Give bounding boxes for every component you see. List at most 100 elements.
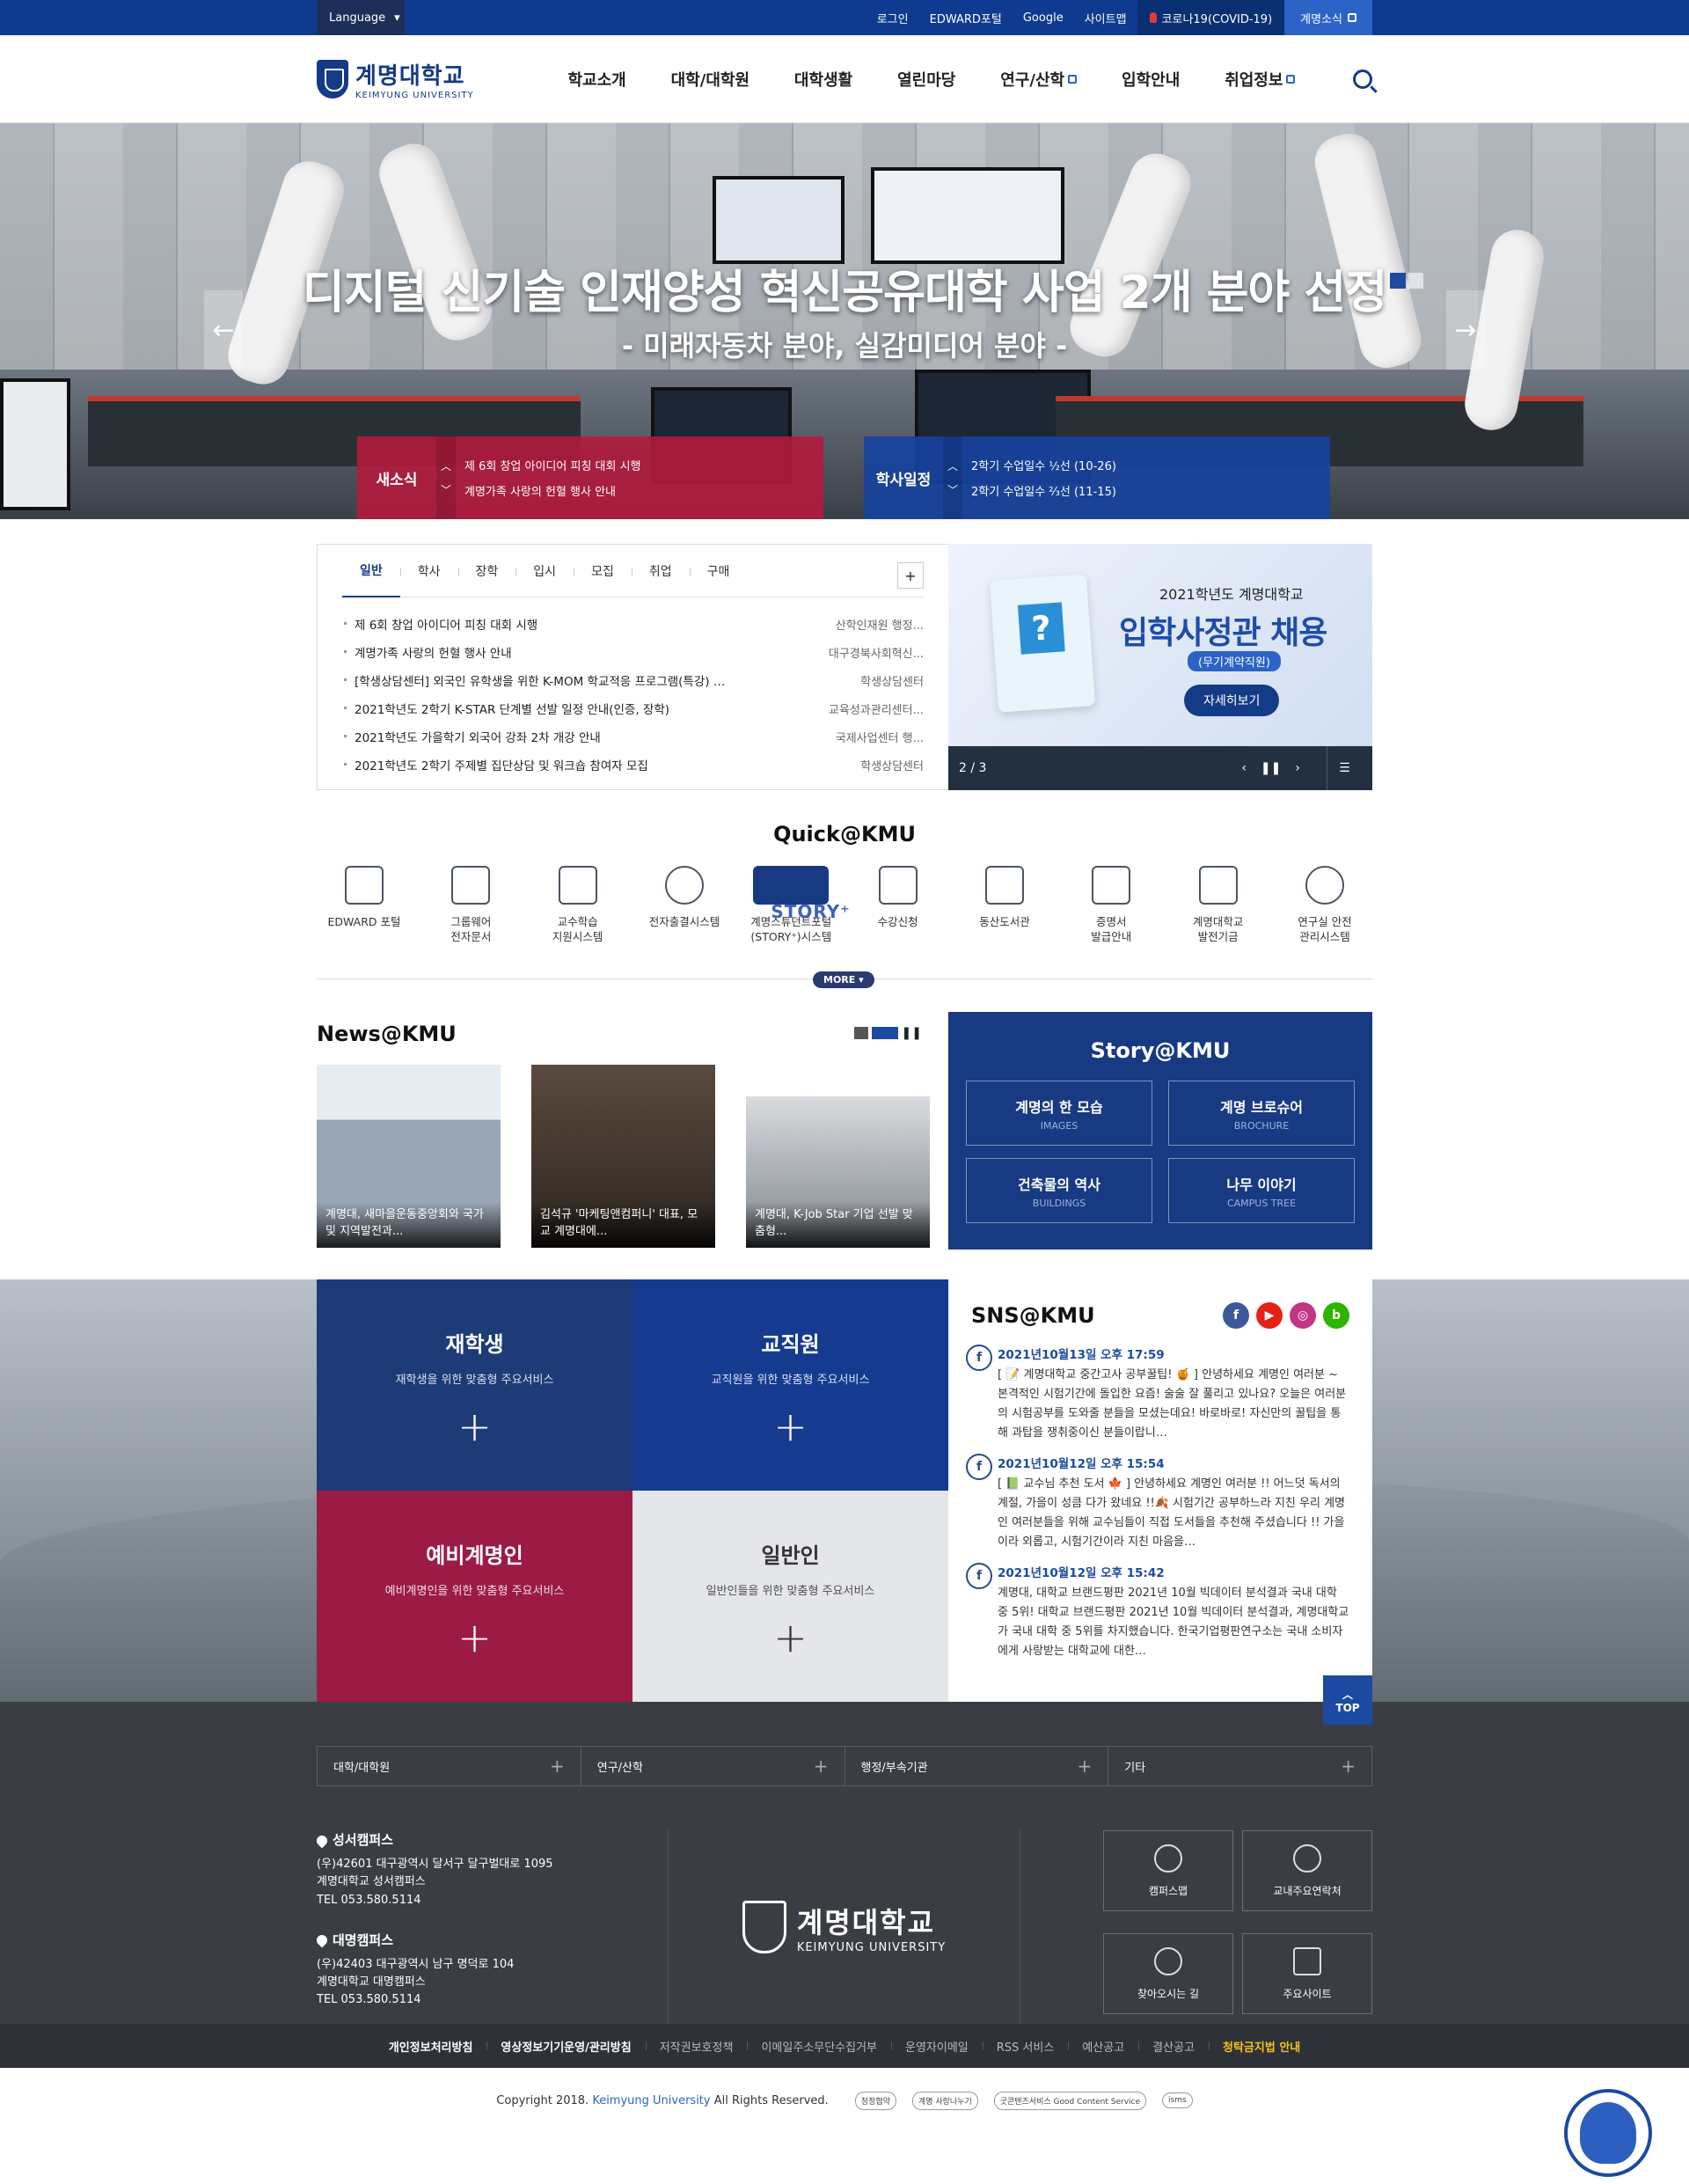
campus-map-button[interactable]: 캠퍼스맵 (1103, 1830, 1233, 1911)
promo-banner[interactable]: 2021학년도 계명대학교 입학사정관 채용 (무기계약직원) 자세히보기 2 … (948, 544, 1372, 790)
chevron-down-icon[interactable]: ﹀ (441, 482, 451, 497)
sns-post[interactable]: f 2021년10월13일 오후 17:59[ 📝 계명대학교 중간고사 공부꿀팁… (966, 1345, 1349, 1443)
footer-menu-colleges[interactable]: 대학/대학원 + (317, 1746, 581, 1786)
quick-more-button[interactable]: MORE ▾ (813, 971, 874, 988)
nav-career[interactable]: 취업정보 (1225, 68, 1296, 91)
language-select[interactable]: Language ▾ (317, 0, 405, 35)
sns-post[interactable]: f 2021년10월12일 오후 15:42 계명대, 대학교 브랜드평판 2021… (966, 1563, 1349, 1661)
footer-menu-research[interactable]: 연구/산학 + (580, 1746, 844, 1786)
email-refusal-link[interactable]: 이메일주소무단수집거부 (747, 2038, 891, 2055)
sns-post[interactable]: f 2021년10월12일 오후 15:54[ 📗 교수님 추천 도서 🍁 ] 안… (966, 1454, 1349, 1552)
news-indicator[interactable] (853, 1027, 868, 1039)
list-item[interactable]: 2021학년도 2학기 주제별 집단상담 및 워크숍 참여자 모집 학생상담센터 (342, 751, 924, 779)
quick-attendance[interactable]: 전자출결시스템 (637, 866, 732, 963)
site-header: 계명대학교 KEIMYUNG UNIVERSITY 학교소개 대학/대학원 대학… (0, 35, 1689, 123)
quick-lab-safety[interactable]: 연구실 안전 관리시스템 (1277, 866, 1372, 963)
nav-campus-life[interactable]: 대학생활 (794, 68, 852, 91)
cctv-policy-link[interactable]: 영상정보기기운영/관리방침 (486, 2038, 645, 2055)
audience-public[interactable]: 일반인 일반인들을 위한 맞춤형 주요서비스 + (632, 1491, 948, 1702)
audience-students[interactable]: 재학생 재학생을 위한 맞춤형 주요서비스 + (317, 1279, 632, 1491)
edward-portal-link[interactable]: EDWARD포털 (919, 10, 1013, 26)
blog-icon[interactable]: b (1323, 1302, 1349, 1329)
quick-development-fund[interactable]: 계명대학교 발전기금 (1171, 866, 1266, 963)
news-ticker-item[interactable]: 제 6회 창업 아이디어 피칭 대회 시행 (464, 457, 641, 473)
tab-general[interactable]: 일반 (342, 545, 400, 597)
chatbot-mascot-button[interactable] (1564, 2089, 1652, 2177)
nav-admission[interactable]: 입학안내 (1122, 68, 1180, 91)
chevron-up-icon[interactable]: ︿ (441, 458, 451, 473)
quick-story-portal[interactable]: STORY⁺계명스튜던트포털 (STORY⁺)시스템 (743, 866, 850, 963)
nav-about[interactable]: 학교소개 (567, 68, 625, 91)
nav-research[interactable]: 연구/산학 (1000, 68, 1078, 91)
news-ticker-item[interactable]: 계명가족 사랑의 헌혈 행사 안내 (464, 482, 641, 499)
hero-prev-button[interactable]: ← (204, 290, 243, 370)
hero-indicator-2[interactable] (1408, 273, 1423, 289)
list-item[interactable]: 제 6회 창업 아이디어 피칭 대회 시행 산학인재원 행정... (342, 610, 924, 638)
schedule-item[interactable]: 2학기 수업일수 ⅔선 (11-15) (971, 482, 1116, 499)
quick-groupware[interactable]: 그룹웨어 전자문서 (423, 866, 518, 963)
privacy-policy-link[interactable]: 개인정보처리방침 (375, 2038, 487, 2055)
settlement-link[interactable]: 결산공고 (1138, 2038, 1209, 2055)
quick-course-registration[interactable]: 수강신청 (851, 866, 946, 963)
kmu-news-link[interactable]: 계명소식 (1284, 0, 1372, 35)
news-card[interactable]: 김석규 '마케팅앤컴퍼니' 대표, 모교 계명대에... (531, 1065, 715, 1248)
quick-lms[interactable]: 교수학습 지원시스템 (530, 866, 625, 963)
list-item[interactable]: 2021학년도 가을학기 외국어 강좌 2차 개강 안내 국제사업센터 행... (342, 722, 924, 751)
covid-link[interactable]: 코로나19(COVID-19) (1137, 0, 1285, 35)
hero-next-button[interactable]: → (1446, 290, 1485, 370)
budget-link[interactable]: 예산공고 (1068, 2038, 1138, 2055)
tab-admission[interactable]: 입시 (515, 545, 574, 597)
contacts-button[interactable]: 교내주요연락처 (1242, 1830, 1372, 1911)
banner-pause-icon[interactable]: ❚❚ (1261, 761, 1281, 775)
list-item[interactable]: 2021학년도 2학기 K-STAR 단계별 선발 일정 안내(인증, 장학) 교… (342, 694, 924, 722)
main-sites-button[interactable]: 주요사이트 (1242, 1933, 1372, 2014)
audience-staff[interactable]: 교직원 교직원을 위한 맞춤형 주요서비스 + (632, 1279, 948, 1491)
tab-employment[interactable]: 취업 (631, 545, 690, 597)
scroll-top-button[interactable]: ︿ TOP (1323, 1675, 1372, 1725)
quick-library[interactable]: 동산도서관 (957, 866, 1052, 963)
tab-recruit[interactable]: 모집 (574, 545, 632, 597)
audience-prospective[interactable]: 예비계명인 예비계명인을 위한 맞춤형 주요서비스 + (317, 1491, 632, 1702)
footer-menu-admin[interactable]: 행정/부속기관 + (844, 1746, 1108, 1786)
instagram-icon[interactable]: ◎ (1290, 1302, 1316, 1329)
story-images-button[interactable]: 계명의 한 모습 IMAGES (966, 1081, 1152, 1146)
banner-prev-icon[interactable]: ‹ (1241, 761, 1247, 775)
news-card[interactable]: 계명대, K-Job Star 기업 선발 맞춤형... (746, 1096, 930, 1248)
story-tree-button[interactable]: 나무 이야기 CAMPUS TREE (1168, 1158, 1355, 1223)
tab-purchase[interactable]: 구매 (689, 545, 748, 597)
quick-edward-portal[interactable]: EDWARD 포털 (317, 866, 412, 963)
google-link[interactable]: Google (1013, 11, 1074, 25)
site-logo[interactable]: 계명대학교 KEIMYUNG UNIVERSITY (317, 58, 545, 100)
schedule-item[interactable]: 2학기 수업일수 ½선 (10-26) (971, 457, 1116, 473)
rss-link[interactable]: RSS 서비스 (982, 2038, 1069, 2055)
nav-open-forum[interactable]: 열린마당 (897, 68, 955, 91)
news-indicator-active[interactable] (871, 1027, 898, 1039)
story-buildings-button[interactable]: 건축물의 역사 BUILDINGS (966, 1158, 1152, 1223)
directions-button[interactable]: 찾아오시는 길 (1103, 1933, 1233, 2014)
banner-next-icon[interactable]: › (1295, 761, 1300, 775)
board-more-button[interactable]: + (897, 562, 924, 589)
news-pause-icon[interactable]: ❚❚ (902, 1026, 922, 1040)
nav-colleges[interactable]: 대학/대학원 (671, 68, 749, 91)
copyright-policy-link[interactable]: 저작권보호정책 (645, 2038, 748, 2055)
story-brochure-button[interactable]: 계명 브로슈어 BROCHURE (1168, 1081, 1355, 1146)
sitemap-link[interactable]: 사이트맵 (1074, 10, 1137, 26)
hero-indicator-1[interactable] (1390, 273, 1406, 289)
chevron-down-icon[interactable]: ﹀ (947, 482, 958, 497)
footer-menu-etc[interactable]: 기타 + (1108, 1746, 1372, 1786)
list-item[interactable]: [학생상담센터] 외국인 유학생을 위한 K-MOM 학교적응 프로그램(특강)… (342, 666, 924, 694)
tab-academic[interactable]: 학사 (399, 545, 458, 597)
tab-scholarship[interactable]: 장학 (457, 545, 516, 597)
facebook-icon[interactable]: f (1223, 1302, 1249, 1329)
login-link[interactable]: 로그인 (866, 10, 919, 26)
list-item[interactable]: 계명가족 사랑의 헌혈 행사 안내 대구경북사회혁신... (342, 638, 924, 666)
chevron-up-icon[interactable]: ︿ (947, 458, 958, 473)
quick-certificate[interactable]: 증명서 발급안내 (1064, 866, 1159, 963)
admin-email-link[interactable]: 운영자이메일 (891, 2038, 983, 2055)
banner-detail-button[interactable]: 자세히보기 (1184, 685, 1280, 716)
news-card[interactable]: 계명대, 새마을운동중앙회와 국가 및 지역발전과... (317, 1065, 501, 1248)
anti-graft-link[interactable]: 청탁금지법 안내 (1209, 2038, 1314, 2055)
banner-list-icon[interactable]: ☰ (1327, 746, 1362, 790)
youtube-icon[interactable]: ▶ (1256, 1302, 1283, 1329)
search-icon[interactable] (1353, 70, 1372, 89)
